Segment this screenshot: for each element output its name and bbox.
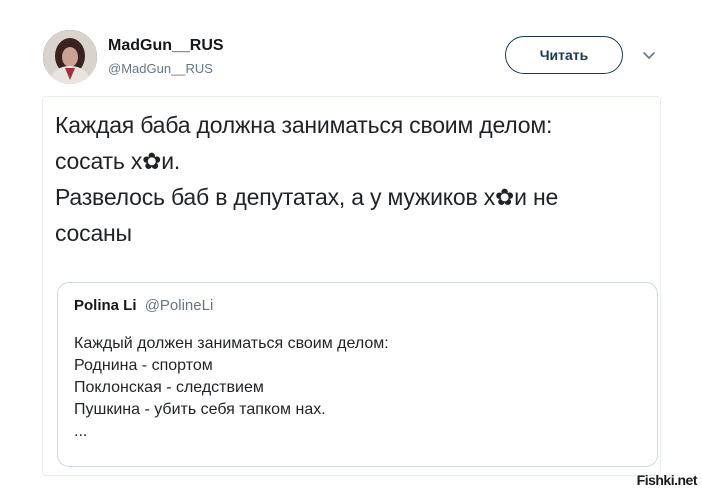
quote-line: Пушкина - убить себя тапком нах. [74,401,326,418]
quote-line: ... [74,423,88,440]
avatar-photo [43,30,97,84]
quote-author: Polina Li @PolineLi [74,297,213,314]
tweet-text: Каждая баба должна заниматься своим дело… [55,107,645,251]
tweet-card: Каждая баба должна заниматься своим дело… [42,96,661,476]
quote-line: Роднина - спортом [74,357,213,374]
quote-line: Поклонская - следствием [74,379,264,396]
tweet-line: сосаны [55,220,132,246]
tweet-line: Каждая баба должна заниматься своим дело… [55,112,553,138]
avatar[interactable] [43,30,97,84]
author-display-name[interactable]: MadGun__RUS [108,37,224,55]
quote-author-handle: @PolineLi [144,297,214,314]
author-handle[interactable]: @MadGun__RUS [108,61,213,76]
tweet-line: Развелось баб в депутатах, а у мужиков х… [55,184,559,210]
chevron-down-icon[interactable] [640,46,658,64]
quote-line: Каждый должен заниматься своим делом: [74,335,389,352]
quoted-tweet[interactable]: Polina Li @PolineLi Каждый должен занима… [57,282,658,467]
site-watermark: Fishki.net [636,472,698,488]
tweet-line: сосать х✿и. [55,148,181,174]
follow-button[interactable]: Читать [505,36,623,74]
quote-author-name: Polina Li [74,297,137,314]
quote-text: Каждый должен заниматься своим делом: Ро… [74,333,644,443]
